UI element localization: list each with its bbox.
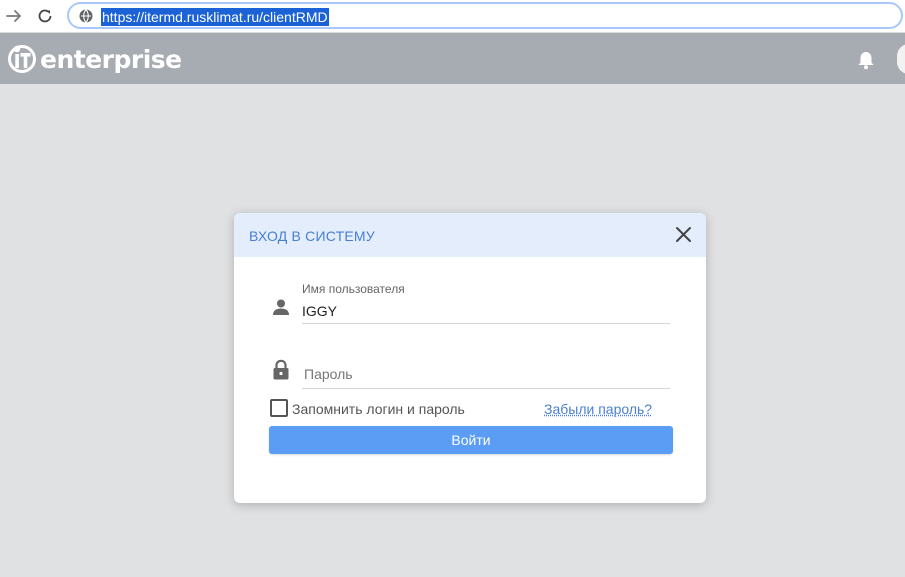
login-dialog: ВХОД В СИСТЕМУ Имя пользователя Запомнит… — [234, 213, 706, 503]
user-icon — [271, 297, 291, 319]
user-avatar[interactable] — [897, 44, 905, 74]
url-text[interactable]: https://itermd.rusklimat.ru/clientRMD — [101, 8, 329, 26]
remember-checkbox[interactable] — [270, 399, 288, 417]
username-input[interactable] — [302, 298, 670, 324]
login-button[interactable]: Войти — [269, 426, 673, 454]
enterprise-logo[interactable]: enterprise — [8, 43, 182, 75]
logo-text: enterprise — [40, 44, 182, 74]
lock-icon — [271, 359, 291, 381]
bell-icon[interactable] — [857, 50, 875, 70]
remember-label[interactable]: Запомнить логин и пароль — [292, 401, 465, 417]
password-input[interactable] — [302, 359, 670, 389]
username-label: Имя пользователя — [302, 282, 405, 296]
reload-icon[interactable] — [33, 4, 57, 28]
app-header: enterprise — [0, 33, 905, 84]
close-icon[interactable] — [674, 226, 694, 244]
dialog-title: ВХОД В СИСТЕМУ — [249, 228, 375, 244]
forgot-password-link[interactable]: Забыли пароль? — [544, 401, 652, 417]
forward-arrow-icon[interactable] — [2, 4, 26, 28]
dialog-header: ВХОД В СИСТЕМУ — [234, 213, 706, 257]
address-bar[interactable]: https://itermd.rusklimat.ru/clientRMD — [67, 2, 903, 29]
site-info-icon[interactable] — [78, 8, 94, 24]
browser-toolbar: https://itermd.rusklimat.ru/clientRMD — [0, 0, 905, 33]
logo-mark-icon — [8, 45, 36, 73]
